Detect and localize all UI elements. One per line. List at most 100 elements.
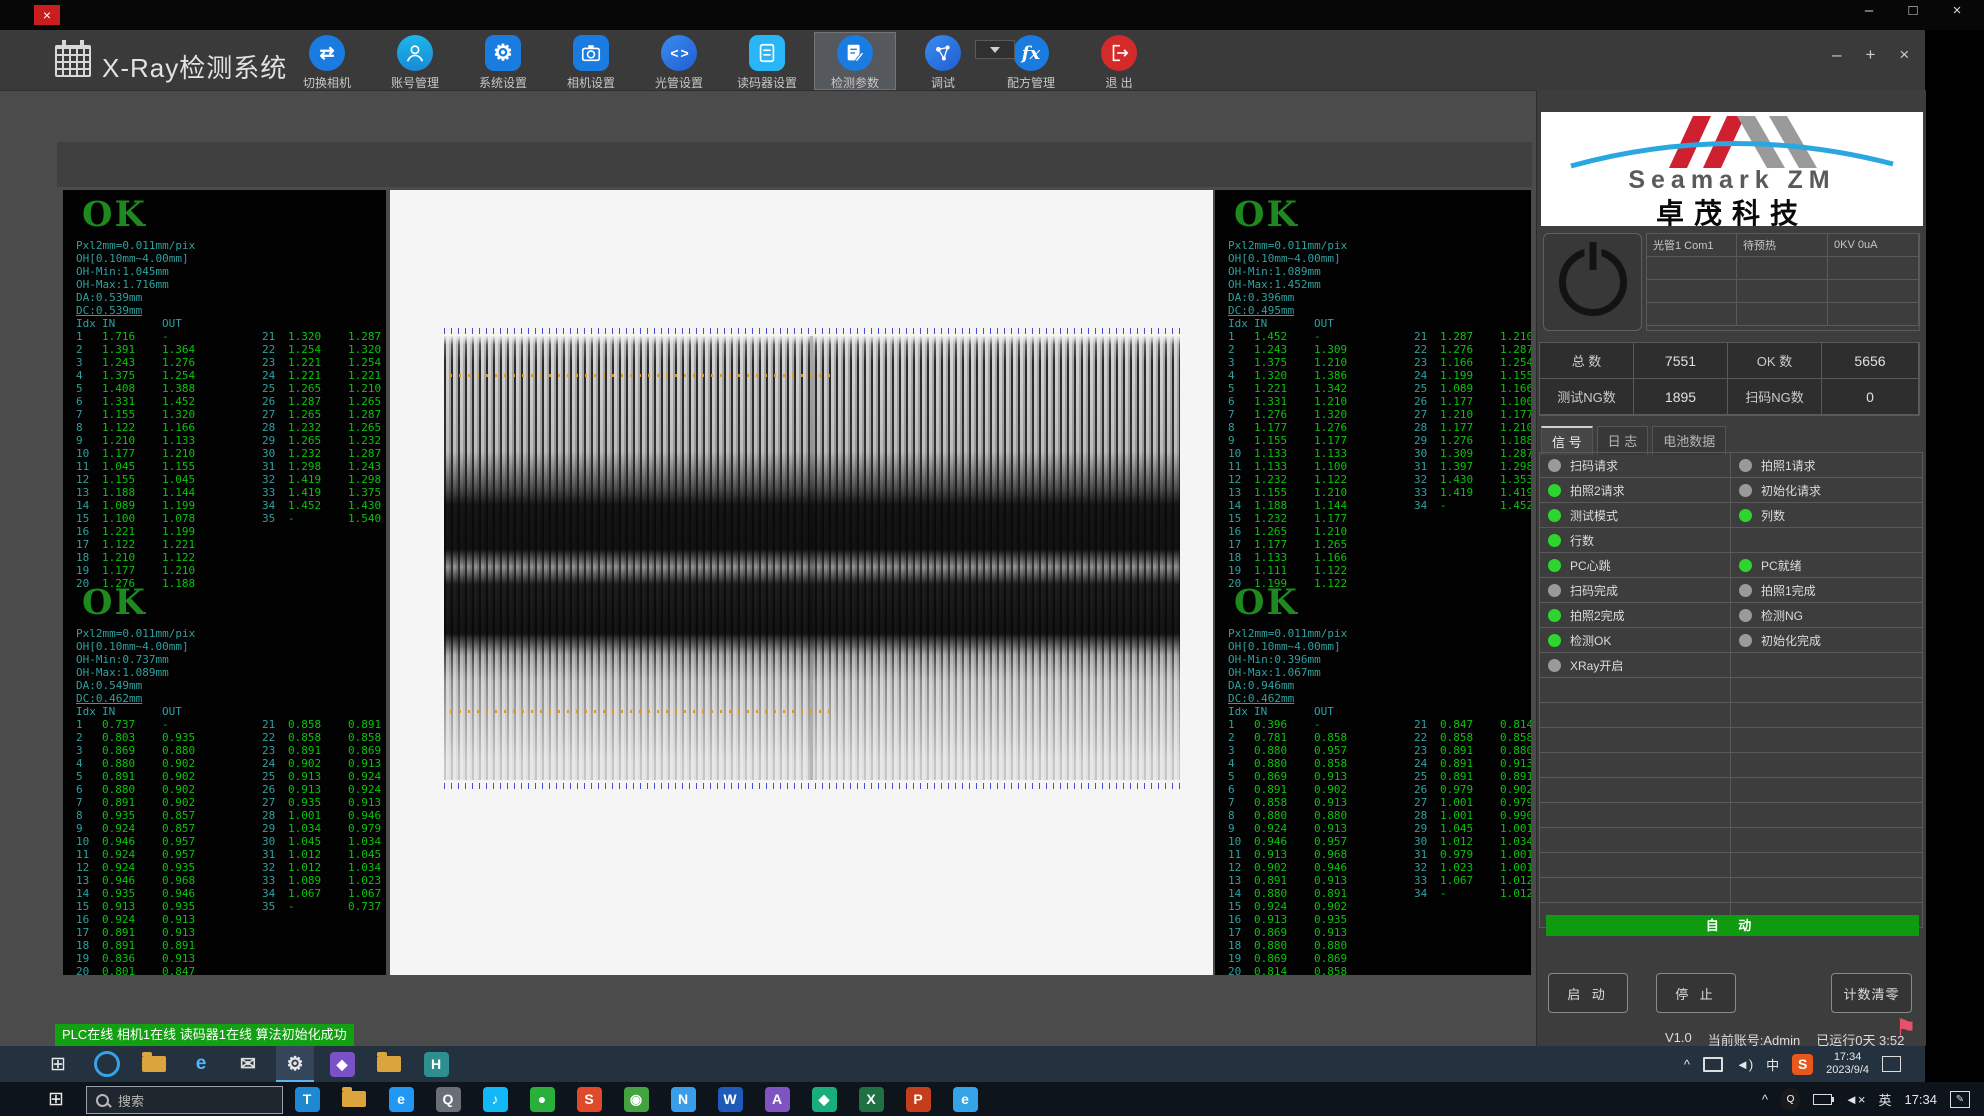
xray-power-button[interactable]	[1543, 233, 1642, 331]
toolbar-button-tube-settings[interactable]: < > 光管设置	[639, 33, 719, 89]
user-icon	[397, 35, 433, 71]
measurement-row: 131.1551.210	[1228, 486, 1374, 499]
taskbar-app-app-purple[interactable]: ◆	[323, 1046, 361, 1082]
tray-expand-icon[interactable]: ^	[1762, 1092, 1768, 1107]
toolbar-button-debug[interactable]: 调试	[903, 33, 983, 89]
touch-keyboard-icon[interactable]: ✎	[1950, 1091, 1970, 1108]
taskbar-app-edge-browser[interactable]: e	[382, 1082, 420, 1116]
taskbar-app-search-tool[interactable]: Q	[429, 1082, 467, 1116]
signal-cell-empty	[1731, 753, 1922, 777]
maximize-button[interactable]: □	[1902, 2, 1924, 19]
taskbar-app-sogou-input[interactable]: S	[570, 1082, 608, 1116]
taskbar-app-app-violet[interactable]: A	[758, 1082, 796, 1116]
measurement-panel-right: OK Pxl2mm=0.011mm/pixOH[0.10mm~4.00mm]OH…	[1215, 190, 1531, 975]
taskbar-app-file-explorer[interactable]	[135, 1046, 173, 1082]
taskbar-app-tim[interactable]: T	[288, 1082, 326, 1116]
taskbar-app-folder-orange[interactable]	[370, 1046, 408, 1082]
tab-signal[interactable]: 信 号	[1541, 426, 1593, 455]
start-button-remote[interactable]: ⊞	[38, 1046, 78, 1082]
network-icon[interactable]	[1703, 1057, 1723, 1072]
taskbar-app-wechat-work[interactable]: ◆	[805, 1082, 843, 1116]
led-off-icon	[1739, 459, 1752, 472]
ime-mode-chinese[interactable]: 中	[1766, 1055, 1779, 1074]
taskbar-app-notepad[interactable]: N	[664, 1082, 702, 1116]
measurement-row: 11.716-	[76, 330, 222, 343]
counter-reset-button[interactable]: 计数清零	[1831, 973, 1912, 1013]
clock-remote[interactable]: 17:34 2023/9/4	[1826, 1051, 1869, 1077]
taskbar-app-file-explorer[interactable]	[335, 1082, 373, 1116]
stop-button[interactable]: 停 止	[1656, 973, 1736, 1013]
measure-info-line: OH[0.10mm~4.00mm]	[1228, 252, 1529, 265]
app-purple-icon: ◆	[330, 1052, 355, 1077]
measure-info-line: Pxl2mm=0.011mm/pix	[76, 627, 384, 640]
taskbar-app-qq-music[interactable]: ♪	[476, 1082, 514, 1116]
measurement-row: 270.9350.913	[262, 796, 386, 809]
measurement-row: 40.8800.902	[76, 757, 222, 770]
led-on-icon	[1548, 509, 1561, 522]
measurement-row: 140.9350.946	[76, 887, 222, 900]
measurement-row: 81.1221.166	[76, 421, 222, 434]
mail-icon: ✉	[240, 1053, 256, 1076]
volume-muted-icon[interactable]: ◄×	[1845, 1092, 1865, 1107]
measurement-row: 131.1881.144	[76, 486, 222, 499]
ime-mode-english[interactable]: 英	[1878, 1090, 1891, 1109]
taskbar-app-ie[interactable]: e	[946, 1082, 984, 1116]
toolbar-button-reader-settings[interactable]: 读码器设置	[727, 33, 807, 89]
measurement-row: 260.9790.902	[1414, 783, 1531, 796]
action-center-icon[interactable]	[1882, 1056, 1901, 1072]
start-button[interactable]: 启 动	[1548, 973, 1628, 1013]
settings-icon: ⚙	[286, 1053, 303, 1076]
signal-label: 拍照2请求	[1570, 482, 1625, 499]
measurement-row: 21.3911.364	[76, 343, 222, 356]
measurement-row: 200.8140.858	[1228, 965, 1374, 975]
minimize-button[interactable]: –	[1858, 2, 1880, 19]
taskbar-app-camera-app[interactable]: ◉	[617, 1082, 655, 1116]
signal-row-empty	[1540, 828, 1922, 853]
app-maximize-button[interactable]: +	[1865, 45, 1875, 65]
measurement-row: 221.2761.287	[1414, 343, 1531, 356]
qq-icon[interactable]: Q	[1781, 1088, 1800, 1110]
toolbar-button-camera-settings[interactable]: 相机设置	[551, 33, 631, 89]
tray-expand-icon[interactable]: ^	[1684, 1057, 1690, 1072]
remote-session-close-button[interactable]: ×	[34, 5, 60, 25]
battery-icon[interactable]	[1813, 1094, 1832, 1105]
toolbar-button-exit[interactable]: 退 出	[1079, 33, 1159, 89]
signal-cell-empty	[1540, 828, 1731, 852]
clock-host[interactable]: 17:34	[1904, 1092, 1937, 1107]
measurement-row: 51.2211.342	[1228, 382, 1374, 395]
taskbar-app-wechat[interactable]: ●	[523, 1082, 561, 1116]
close-button[interactable]: ×	[1946, 2, 1968, 19]
app-close-button[interactable]: ×	[1899, 45, 1909, 65]
stat-label-total: 总 数	[1540, 343, 1634, 379]
taskbar-app-excel[interactable]: X	[852, 1082, 890, 1116]
toolbar-button-account[interactable]: 账号管理	[375, 33, 455, 89]
sogou-input-icon[interactable]: S	[1792, 1054, 1813, 1075]
search-input[interactable]: 搜索	[86, 1086, 283, 1114]
measurement-row: 251.0891.166	[1414, 382, 1531, 395]
app-minimize-button[interactable]: –	[1832, 45, 1841, 65]
taskbar-app-cortana[interactable]	[88, 1046, 126, 1082]
toolbar-button-inspect-params[interactable]: 检测参数	[815, 33, 895, 89]
start-button-host[interactable]: ⊞	[36, 1082, 76, 1116]
led-off-icon	[1739, 609, 1752, 622]
volume-icon[interactable]: ◄)	[1736, 1057, 1753, 1072]
taskbar-app-app-teal[interactable]: H	[417, 1046, 455, 1082]
measurement-row: 311.2981.243	[262, 460, 386, 473]
toolbar-button-switch-camera[interactable]: ⇄ 切换相机	[287, 33, 367, 89]
led-off-icon	[1739, 634, 1752, 647]
taskbar-app-edge[interactable]: e	[182, 1046, 220, 1082]
tab-log[interactable]: 日 志	[1597, 426, 1649, 455]
measurement-row: 151.2321.177	[1228, 512, 1374, 525]
measurement-row: 291.0451.001	[1414, 822, 1531, 835]
toolbar-button-system-settings[interactable]: ⚙ 系统设置	[463, 33, 543, 89]
signal-label: 检测OK	[1570, 632, 1611, 649]
switch-camera-icon: ⇄	[309, 35, 345, 71]
taskbar-app-word[interactable]: W	[711, 1082, 749, 1116]
taskbar-app-powerpoint[interactable]: P	[899, 1082, 937, 1116]
tab-battery-data[interactable]: 电池数据	[1652, 426, 1726, 455]
toolbar-dropdown-chevron[interactable]	[975, 40, 1015, 59]
taskbar-app-mail[interactable]: ✉	[229, 1046, 267, 1082]
measurement-row: 231.1661.254	[1414, 356, 1531, 369]
taskbar-app-settings[interactable]: ⚙	[276, 1046, 314, 1082]
led-off-icon	[1739, 484, 1752, 497]
